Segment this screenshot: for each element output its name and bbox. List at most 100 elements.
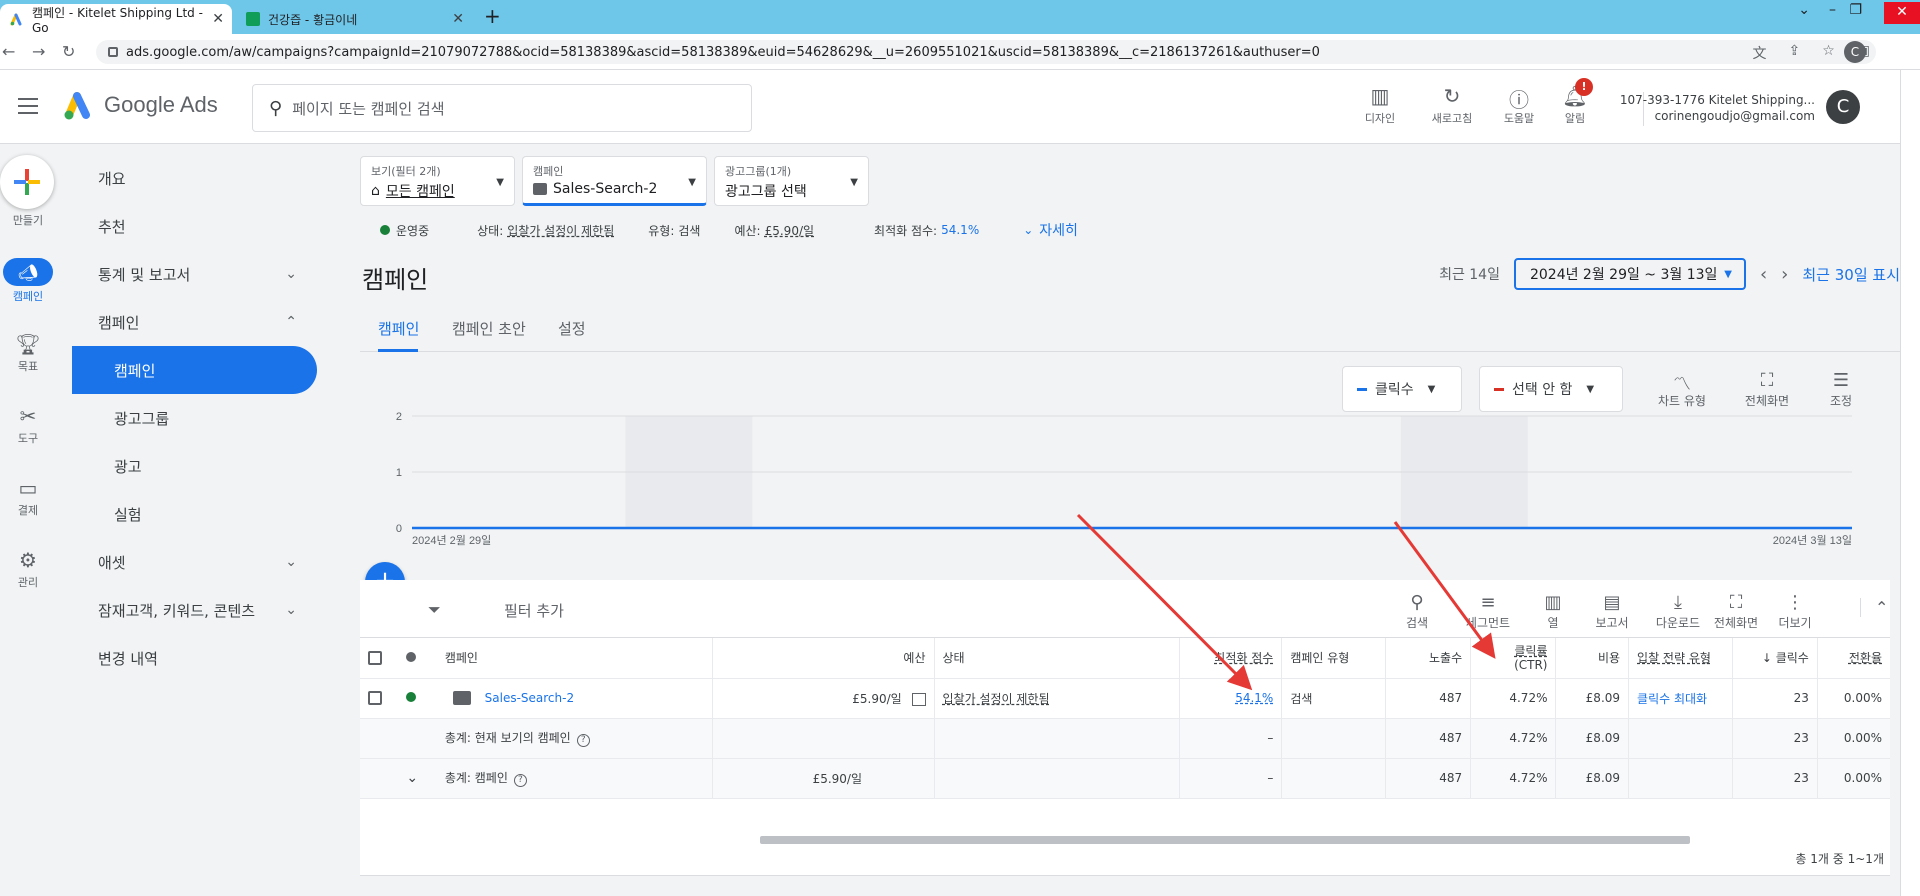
page-scrollbar[interactable] [1900,70,1920,896]
nav-campaigns-group[interactable]: 캠페인 ⌃ [72,298,317,346]
help-icon[interactable]: ? [513,774,527,787]
chart-type-button[interactable]: 〽 차트 유형 [1650,370,1714,409]
report-button[interactable]: ▤ 보고서 [1581,592,1643,631]
rail-item-tools[interactable]: ✂ 도구 [0,404,56,446]
columns-button[interactable]: ▥ 열 [1522,592,1584,631]
horizontal-scrollbar[interactable] [760,836,1690,844]
campaign-name-link[interactable]: Sales-Search-2 [485,691,574,705]
chevron-left-icon[interactable]: ‹ [1760,264,1767,285]
col-header-budget[interactable]: 예산 [712,638,935,679]
metric1-selector[interactable]: 클릭수 ▼ [1342,366,1462,412]
account-avatar[interactable]: C [1826,90,1860,124]
col-header-conv-rate[interactable]: 전환율 [1817,638,1890,679]
nav-adgroups[interactable]: 광고그룹 [72,394,317,442]
budget-chart-icon[interactable] [911,692,926,706]
metric2-selector[interactable]: 선택 안 함 ▼ [1479,366,1623,412]
browser-profile-avatar[interactable]: C [1844,41,1866,63]
notifications-button[interactable]: 🔔︎ ! 알림 [1545,78,1605,126]
filter-icon[interactable]: ⏷ [428,600,441,620]
opt-score-value[interactable]: 54.1% [941,223,979,237]
adgroup-selector[interactable]: 광고그룹(1개) 광고그룹 선택 ▼ [714,156,869,206]
download-button[interactable]: ⤓ 다운로드 [1647,592,1709,631]
reload-icon[interactable]: ↻ [62,42,75,61]
chart-adjust-button[interactable]: ☰ 조정 [1809,370,1873,409]
translate-icon[interactable]: 文 [1752,43,1766,63]
view-selector[interactable]: 보기(필터 2개) ⌂ 모든 캠페인 ▼ [360,156,515,206]
rail-item-goals[interactable]: 🏆︎ 목표 [0,332,56,374]
menu-icon[interactable] [18,98,38,119]
bid-strategy-cell[interactable]: 클릭수 최대화 [1628,678,1733,719]
col-header-clicks[interactable]: ↓ 클릭수 [1732,638,1818,679]
nav-change-history[interactable]: 변경 내역 [72,634,317,682]
table-search-button[interactable]: ⚲ 검색 [1386,592,1448,631]
opt-score-cell[interactable]: 54.1% [1179,678,1283,719]
col-header-status[interactable]: 상태 [934,638,1180,679]
forward-icon[interactable]: → [32,42,45,61]
chevron-right-icon[interactable]: › [1781,264,1788,285]
nav-audiences[interactable]: 잠재고객, 키워드, 콘텐츠 ⌄ [72,586,317,634]
col-header-bid-strategy[interactable]: 입찰 전략 유형 [1628,638,1733,679]
status-value[interactable]: 입찰가 설정이 제한됨 [507,222,614,239]
expand-totals-icon[interactable]: ⌄ [398,758,437,799]
budget-value[interactable]: £5.90/일 [765,222,814,239]
more-button[interactable]: ⋮ 더보기 [1764,592,1826,631]
col-header-opt-score[interactable]: 최적화 점수 [1179,638,1283,679]
bookmark-star-icon[interactable]: ☆ [1822,43,1835,63]
share-icon[interactable]: ⇪ [1788,43,1800,63]
nav-insights-reports[interactable]: 통계 및 보고서 ⌄ [72,250,317,298]
back-icon[interactable]: ← [2,42,15,61]
tab-search-chevron-icon[interactable]: ⌄ [1798,2,1810,18]
rail-item-billing[interactable]: ▭ 결제 [0,476,56,518]
search-input[interactable]: ⚲ 페이지 또는 캠페인 검색 [252,84,752,132]
tab-close-icon[interactable]: ✕ [212,11,224,27]
nav-recommendations[interactable]: 추천 [72,202,317,250]
opt-score-link[interactable]: 54.1% [1235,691,1273,705]
bid-strategy-link[interactable]: 클릭수 최대화 [1637,692,1707,706]
chart-fullscreen-button[interactable]: ⛶ 전체화면 [1735,370,1799,409]
table-fullscreen-button[interactable]: ⛶ 전체화면 [1705,592,1767,631]
nav-assets[interactable]: 애셋 ⌄ [72,538,317,586]
campaign-name-cell[interactable]: Sales-Search-2 [436,678,713,719]
nav-campaigns[interactable]: 캠페인 [72,346,317,394]
design-button[interactable]: ▥ 디자인 [1350,84,1410,126]
col-header-campaign[interactable]: 캠페인 [436,638,713,679]
add-filter-button[interactable]: 필터 추가 [504,600,564,621]
nav-experiments[interactable]: 실험 [72,490,317,538]
col-header-campaign-type[interactable]: 캠페인 유형 [1281,638,1386,679]
col-header-ctr[interactable]: 클릭률 (CTR) [1470,638,1557,679]
minimize-icon[interactable]: – [1829,2,1836,18]
refresh-button[interactable]: ↻ 새로고침 [1422,84,1482,126]
help-icon[interactable]: ? [576,734,590,747]
account-info[interactable]: 107-393-1776 Kitelet Shipping... corinen… [1620,92,1815,124]
show-30-days-link[interactable]: 최근 30일 표시 [1802,264,1900,285]
tab-close-icon[interactable]: ✕ [452,11,464,27]
tab-campaign-drafts[interactable]: 캠페인 초안 [452,318,526,339]
rail-item-campaigns[interactable]: 📣︎ 캠페인 [0,258,56,304]
status-cell[interactable]: 입찰가 설정이 제한됨 [934,678,1180,719]
details-link[interactable]: 자세히 [1039,220,1078,240]
browser-tab[interactable]: 건강즙 - 황금이네 ✕ [236,4,472,34]
help-button[interactable]: ⓘ 도움말 [1489,84,1549,126]
campaign-selector[interactable]: 캠페인 Sales-Search-2 ▼ [522,156,707,206]
tab-settings[interactable]: 설정 [558,318,586,339]
select-all-checkbox[interactable] [360,638,399,679]
browser-tab-active[interactable]: 캠페인 - Kitelet Shipping Ltd - Go ✕ [0,4,232,35]
restore-icon[interactable]: ❐ [1849,2,1862,18]
nav-overview[interactable]: 개요 [72,154,317,202]
row-checkbox[interactable] [360,678,399,719]
google-ads-logo[interactable]: Google Ads [62,90,218,120]
close-window-icon[interactable]: ✕ [1884,2,1920,24]
col-header-cost[interactable]: 비용 [1555,638,1630,679]
row-status-dot[interactable] [398,678,437,719]
tab-campaigns[interactable]: 캠페인 [378,318,419,339]
date-range-picker[interactable]: 2024년 2월 29일 ~ 3월 13일 ▼ [1513,258,1746,290]
budget-cell[interactable]: £5.90/일 [712,678,935,719]
collapse-chevron-icon[interactable]: ⌃ [1860,598,1888,617]
nav-ads[interactable]: 광고 [72,442,317,490]
segment-button[interactable]: ≡ 세그먼트 [1457,592,1519,631]
create-button[interactable] [0,155,54,209]
new-tab-icon[interactable]: + [484,4,501,28]
rail-item-admin[interactable]: ⚙ 관리 [0,548,56,590]
col-header-impressions[interactable]: 노출수 [1385,638,1472,679]
url-field[interactable]: ads.google.com/aw/campaigns?campaignId=2… [96,40,1876,64]
